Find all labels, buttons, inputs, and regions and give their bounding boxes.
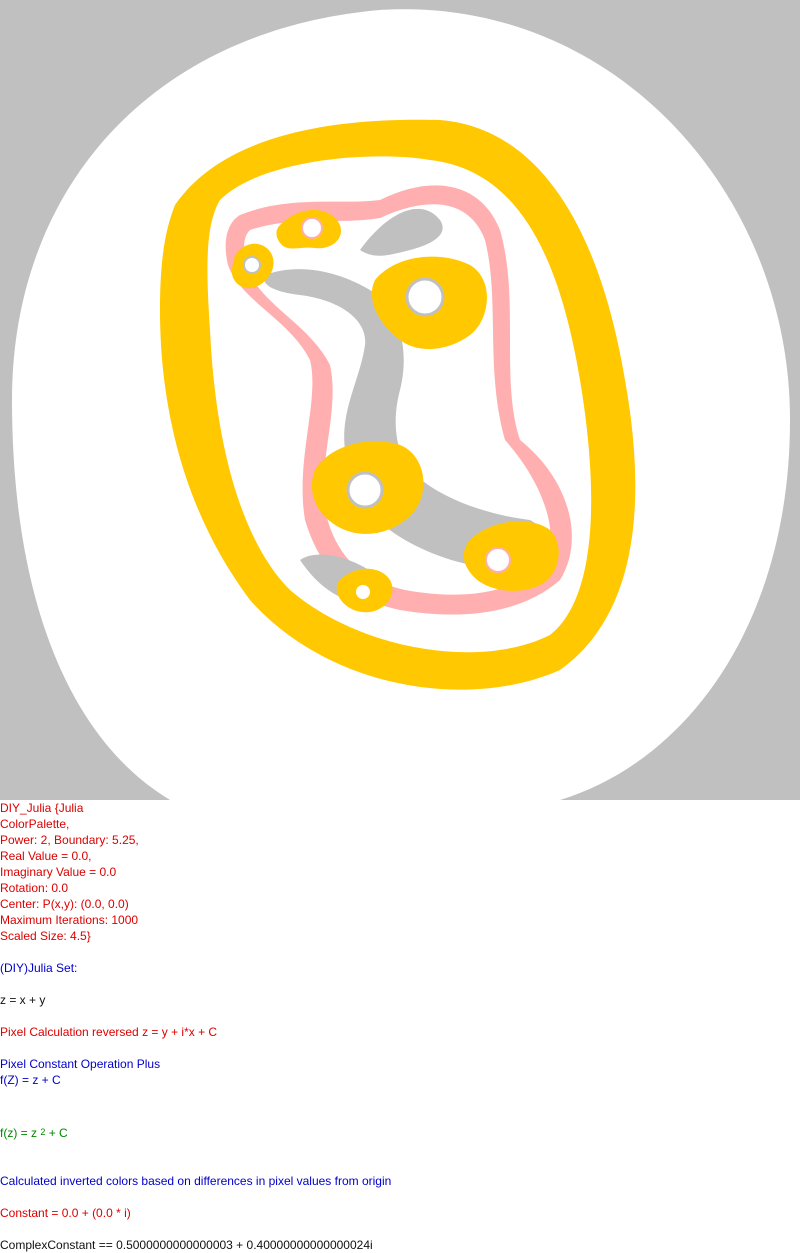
main-formula: f(z) = z 2 + C (0, 1125, 68, 1142)
detail-center-1 (405, 277, 445, 317)
z-definition: z = x + y (0, 993, 46, 1007)
formula-prefix: f(z) = z (0, 1126, 41, 1140)
detail-center-2 (346, 471, 384, 509)
detail-center-4 (485, 547, 511, 573)
fz-plus-formula: f(Z) = z + C (0, 1073, 61, 1087)
params-scaled: Scaled Size: 4.5} (0, 929, 91, 943)
params-max-iter: Maximum Iterations: 1000 (0, 913, 139, 927)
detail-center-3 (301, 217, 323, 239)
formula-exponent: 2 (40, 1127, 46, 1137)
complex-constant-value: ComplexConstant == 0.5000000000000003 + … (0, 1238, 373, 1252)
colors-note: Calculated inverted colors based on diff… (0, 1174, 392, 1188)
pixel-calculation: Pixel Calculation reversed z = y + i*x +… (0, 1025, 218, 1039)
params-power-boundary: Power: 2, Boundary: 5.25, (0, 833, 139, 847)
params-rotation: Rotation: 0.0 (0, 881, 69, 895)
detail-center-6 (243, 256, 261, 274)
params-real: Real Value = 0.0, (0, 849, 92, 863)
constant-operation: Pixel Constant Operation Plus (0, 1057, 161, 1071)
formula-suffix: + C (45, 1126, 68, 1140)
constant-value: Constant = 0.0 + (0.0 * i) (0, 1206, 131, 1220)
params-center: Center: P(x,y): (0.0, 0.0) (0, 897, 129, 911)
params-header: DIY_Julia {Julia (0, 801, 84, 815)
params-imag: Imaginary Value = 0.0 (0, 865, 117, 879)
julia-fractal-image (0, 0, 800, 800)
set-title: (DIY)Julia Set: (0, 961, 78, 975)
fractal-svg (0, 0, 800, 800)
params-palette: ColorPalette, (0, 817, 70, 831)
info-panel: DIY_Julia {Julia ColorPalette, Power: 2,… (0, 800, 800, 1253)
detail-center-5 (354, 583, 372, 601)
